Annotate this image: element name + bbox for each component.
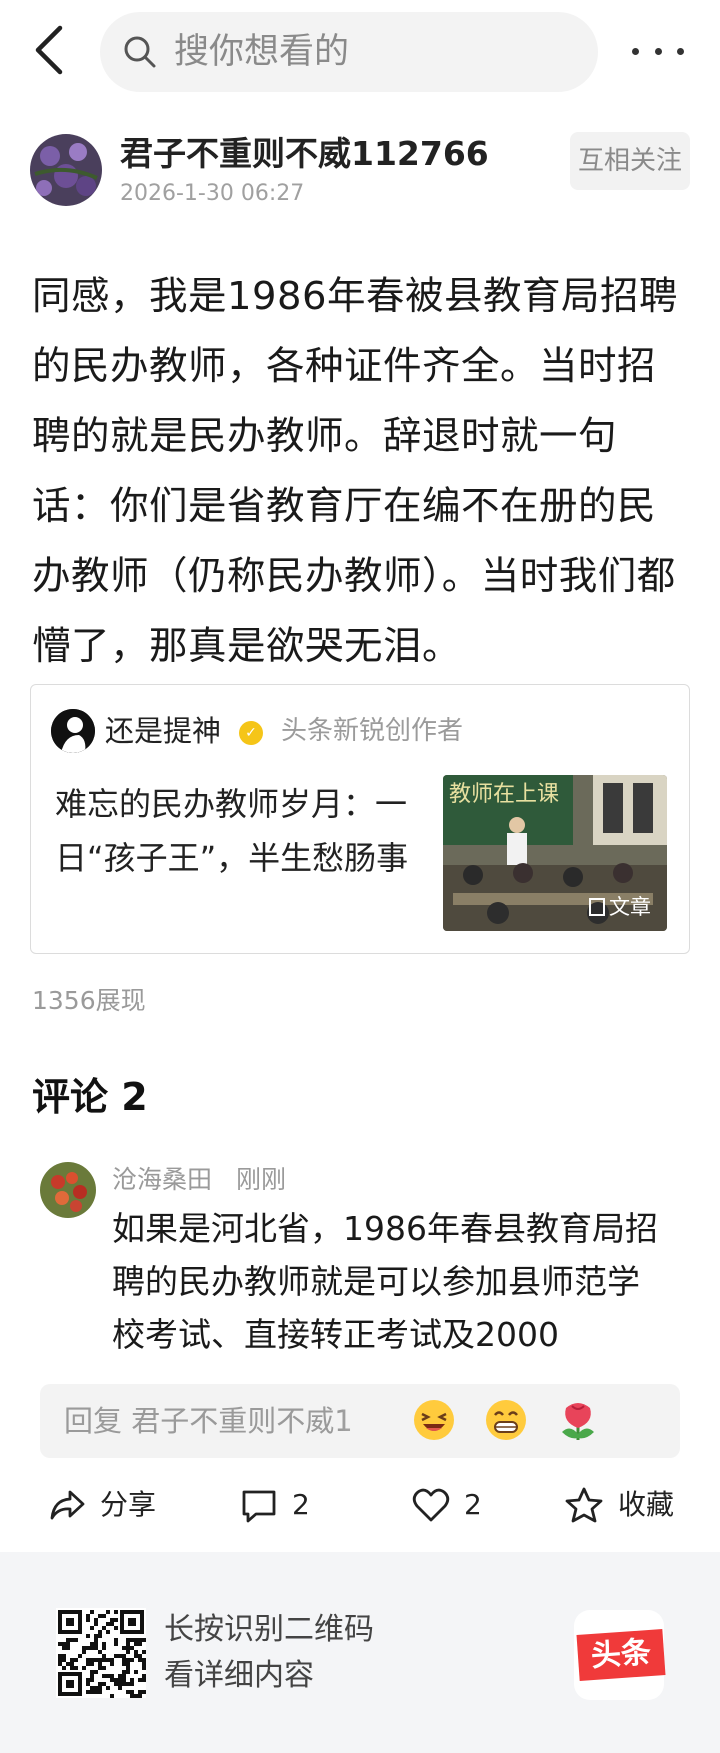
quoted-article-card[interactable]: 还是提神 ✓ 头条新锐创作者 难忘的民办教师岁月：一日“孩子王”，半生愁肠事 教… — [30, 684, 690, 954]
article-type-tag: 文章 — [589, 891, 651, 921]
article-author-tag: 头条新锐创作者 — [281, 716, 464, 746]
heart-icon — [412, 1488, 450, 1522]
comment-icon — [242, 1490, 276, 1523]
more-dot — [654, 47, 662, 55]
commenter-avatar[interactable] — [40, 1162, 96, 1218]
flower-emoji-icon[interactable] — [556, 1398, 600, 1442]
share-icon — [50, 1490, 85, 1520]
toutiao-logo-text: 头条 — [576, 1629, 666, 1681]
article-thumbnail: 教师在上课 文章 — [443, 775, 667, 931]
article-author-name: 还是提神 — [105, 714, 222, 748]
article-type-label: 文章 — [609, 895, 651, 919]
more-button[interactable] — [632, 38, 684, 64]
share-button[interactable]: 分享 — [48, 1482, 156, 1528]
footer-line-2: 看详细内容 — [164, 1658, 314, 1693]
grinning-emoji-icon[interactable] — [484, 1398, 528, 1442]
favorite-label: 收藏 — [618, 1488, 675, 1521]
top-bar: 搜你想看的 — [0, 0, 720, 104]
comment-time: 刚刚 — [236, 1165, 287, 1194]
toutiao-logo: 头条 — [574, 1610, 666, 1700]
comment-text: 如果是河北省，1986年春县教育局招聘的民办教师就是可以参加县师范学校考试、直接… — [112, 1209, 658, 1354]
like-count: 2 — [464, 1488, 482, 1521]
search-input[interactable]: 搜你想看的 — [100, 12, 598, 92]
author-avatar[interactable] — [30, 134, 102, 206]
author-name[interactable]: 君子不重则不威112766 — [120, 134, 489, 174]
comment-count: 2 — [292, 1488, 310, 1521]
favorite-button[interactable]: 收藏 — [564, 1482, 674, 1528]
post-author-row: 君子不重则不威112766 2026-1-30 06:27 互相关注 — [30, 130, 702, 208]
follow-button[interactable]: 互相关注 — [570, 132, 690, 190]
more-dot — [677, 47, 684, 55]
verified-badge-icon: ✓ — [239, 721, 263, 745]
laughing-emoji-icon[interactable] — [412, 1398, 456, 1442]
post-time: 2026-1-30 06:27 — [120, 181, 305, 206]
like-button[interactable]: 2 — [412, 1482, 482, 1528]
comment-item: 沧海桑田 刚刚 如果是河北省，1986年春县教育局招聘的民办教师就是可以参加县师… — [40, 1160, 680, 1360]
search-placeholder: 搜你想看的 — [174, 32, 350, 72]
article-title: 难忘的民办教师岁月：一日“孩子王”，半生愁肠事 — [55, 785, 409, 877]
chevron-left-icon — [35, 25, 63, 75]
commenter-name[interactable]: 沧海桑田 — [112, 1164, 212, 1196]
search-icon — [124, 36, 156, 68]
star-icon — [565, 1487, 603, 1523]
article-author-avatar — [51, 709, 95, 753]
thumbnail-board-text: 教师在上课 — [449, 782, 559, 807]
back-button[interactable] — [30, 22, 76, 78]
share-footer: 长按识别二维码 看详细内容 头条 — [0, 1552, 720, 1753]
more-dot — [632, 47, 639, 55]
qr-code[interactable] — [56, 1608, 146, 1698]
reply-input[interactable]: 回复 君子不重则不威1 — [40, 1384, 680, 1458]
post-content: 同感，我是1986年春被县教育局招聘的民办教师，各种证件齐全。当时招聘的就是民办… — [32, 274, 678, 669]
comments-header: 评论 2 — [32, 1075, 148, 1119]
document-icon — [589, 898, 605, 916]
footer-line-1: 长按识别二维码 — [164, 1612, 374, 1647]
action-bar: 分享 2 2 收藏 — [0, 1472, 720, 1538]
view-count: 1356展现 — [32, 986, 146, 1015]
comment-button[interactable]: 2 — [240, 1482, 310, 1528]
share-label: 分享 — [100, 1488, 157, 1521]
